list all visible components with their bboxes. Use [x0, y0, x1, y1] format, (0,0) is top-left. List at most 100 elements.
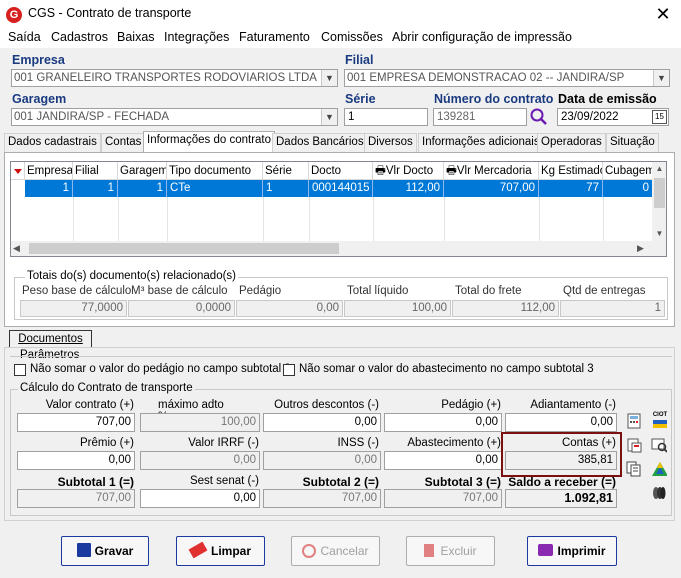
scroll-thumb-h[interactable]	[29, 243, 339, 254]
premio-input[interactable]: 0,00	[17, 451, 135, 470]
total-frete-value: 112,00	[452, 300, 559, 317]
tab-informacoes-adicionais[interactable]: Informações adicionais	[418, 133, 544, 152]
scroll-down-icon[interactable]: ▼	[652, 227, 666, 241]
col-empresa[interactable]: Empresa	[25, 162, 73, 180]
sest-senat-input[interactable]: 0,00	[140, 489, 260, 508]
inss-input[interactable]: 0,00	[263, 451, 381, 470]
col-kg-estimado[interactable]: Kg Estimado	[539, 162, 603, 180]
cell-serie[interactable]: 1	[263, 180, 309, 197]
menu-integracoes[interactable]: Integrações	[164, 30, 229, 44]
data-emissao-label: Data de emissão	[558, 92, 657, 106]
tab-situacao[interactable]: Situação	[606, 133, 659, 152]
adiantamento-input[interactable]: 0,00	[505, 413, 617, 432]
search-document-icon[interactable]	[651, 437, 667, 453]
cell-empresa[interactable]: 1	[25, 180, 73, 197]
imprimir-button[interactable]: Imprimir	[527, 536, 617, 566]
cell-vlr-docto[interactable]: 112,00	[373, 180, 444, 197]
data-emissao-input[interactable]: 23/09/2022 15	[557, 108, 669, 126]
tab-dados-cadastrais[interactable]: Dados cadastrais	[4, 133, 101, 152]
nao-somar-pedagio-label[interactable]: Não somar o valor do pedágio no campo su…	[30, 363, 291, 375]
excluir-button[interactable]: Excluir	[406, 536, 495, 566]
serie-input[interactable]: 1	[344, 108, 428, 126]
filial-combo[interactable]: 001 EMPRESA DEMONSTRACAO 02 -- JANDIRA/S…	[344, 69, 670, 87]
cell-docto[interactable]: 000144015	[309, 180, 373, 197]
row-indicator-header	[11, 162, 25, 180]
col-vlr-docto-label: Vlr Docto	[385, 165, 434, 177]
cell-tipo-documento[interactable]: CTe	[167, 180, 263, 197]
menu-cadastros[interactable]: Cadastros	[51, 30, 108, 44]
tab-diversos[interactable]: Diversos	[364, 133, 417, 152]
close-icon[interactable]: ✕	[650, 2, 676, 26]
search-icon[interactable]	[529, 107, 549, 127]
subtotal3-input[interactable]: 707,00	[384, 489, 502, 508]
menu-saida[interactable]: Saída	[8, 30, 41, 44]
chevron-down-icon[interactable]: ▼	[321, 70, 337, 86]
scroll-up-icon[interactable]: ▲	[652, 162, 666, 176]
col-vlr-mercadoria[interactable]: 🖶Vlr Mercadoria	[444, 162, 539, 180]
outros-descontos-label: Outros descontos (-)	[274, 399, 379, 411]
scroll-left-icon[interactable]: ◀	[13, 241, 27, 256]
gravar-button[interactable]: Gravar	[61, 536, 149, 566]
col-serie[interactable]: Série	[263, 162, 309, 180]
valor-irrf-input[interactable]: 0,00	[140, 451, 260, 470]
subtotal1-input[interactable]: 707,00	[17, 489, 135, 508]
qtd-entregas-value: 1	[560, 300, 665, 317]
cell-kg-estimado[interactable]: 77	[539, 180, 603, 197]
copy-documents-icon[interactable]	[626, 461, 642, 477]
documents-grid[interactable]: Empresa Filial Garagem Tipo documento Sé…	[10, 161, 667, 257]
col-docto[interactable]: Docto	[309, 162, 373, 180]
col-filial[interactable]: Filial	[73, 162, 118, 180]
cancelar-button[interactable]: Cancelar	[291, 536, 380, 566]
pedagio-input[interactable]: 0,00	[384, 413, 502, 432]
menu-abrir-config-impressao[interactable]: Abrir configuração de impressão	[392, 30, 572, 44]
coins-icon[interactable]	[651, 485, 667, 501]
scroll-right-icon[interactable]: ▶	[637, 241, 651, 256]
nao-somar-pedagio-checkbox[interactable]	[14, 364, 26, 376]
chevron-down-icon[interactable]: ▼	[321, 109, 337, 125]
subtotal2-input[interactable]: 707,00	[263, 489, 381, 508]
vertical-scrollbar[interactable]: ▲ ▼	[652, 162, 666, 241]
menu-comissoes[interactable]: Comissões	[321, 30, 383, 44]
garagem-combo[interactable]: 001 JANDIRA/SP - FECHADA ▼	[11, 108, 338, 126]
outros-descontos-input[interactable]: 0,00	[263, 413, 381, 432]
calculator-icon[interactable]	[626, 413, 642, 429]
abastecimento-input[interactable]: 0,00	[384, 451, 502, 470]
cell-vlr-mercadoria[interactable]: 707,00	[444, 180, 539, 197]
total-frete-label: Total do frete	[455, 285, 522, 297]
cell-garagem[interactable]: 1	[118, 180, 167, 197]
triangle-chart-icon[interactable]	[651, 461, 667, 477]
horizontal-scrollbar[interactable]: ◀ ▶	[11, 241, 666, 256]
col-vlr-docto[interactable]: 🖶Vlr Docto	[373, 162, 444, 180]
nao-somar-abastecimento-checkbox[interactable]	[283, 364, 295, 376]
tab-dados-bancarios[interactable]: Dados Bancários	[272, 133, 368, 152]
tab-documentos[interactable]: Documentos	[9, 330, 92, 348]
data-emissao-value: 23/09/2022	[561, 111, 619, 123]
cell-cubagem[interactable]: 0	[603, 180, 653, 197]
maximo-adto-input[interactable]: 100,00	[140, 413, 260, 432]
imprimir-label: Imprimir	[557, 544, 606, 558]
gravar-label: Gravar	[94, 544, 134, 558]
saldo-receber-input[interactable]: 1.092,81	[505, 489, 617, 508]
col-tipo-documento[interactable]: Tipo documento	[167, 162, 263, 180]
document-calc-icon[interactable]	[626, 437, 642, 453]
ciot-icon[interactable]: CIOT	[652, 412, 668, 430]
numero-contrato-input[interactable]: 139281	[433, 108, 527, 126]
valor-contrato-input[interactable]: 707,00	[17, 413, 135, 432]
calendar-icon[interactable]: 15	[652, 110, 667, 124]
tab-operadoras[interactable]: Operadoras	[537, 133, 606, 152]
tab-informacoes-contrato[interactable]: Informações do contrato	[143, 131, 276, 153]
chevron-down-icon[interactable]: ▼	[653, 70, 669, 86]
empresa-combo[interactable]: 001 GRANELEIRO TRANSPORTES RODOVIARIOS L…	[11, 69, 338, 87]
menu-faturamento[interactable]: Faturamento	[239, 30, 310, 44]
limpar-button[interactable]: Limpar	[176, 536, 265, 566]
tab-contas[interactable]: Contas	[101, 133, 146, 152]
window-title: CGS - Contrato de transporte	[28, 6, 192, 20]
sest-senat-label: Sest senat (-)	[189, 475, 259, 487]
col-garagem[interactable]: Garagem	[118, 162, 167, 180]
scroll-thumb[interactable]	[654, 178, 665, 208]
menu-baixas[interactable]: Baixas	[117, 30, 155, 44]
adiantamento-label: Adiantamento (-)	[530, 399, 616, 411]
col-cubagem[interactable]: Cubagem	[603, 162, 653, 180]
cell-filial[interactable]: 1	[73, 180, 118, 197]
nao-somar-abastecimento-label[interactable]: Não somar o valor do abastecimento no ca…	[299, 363, 594, 375]
